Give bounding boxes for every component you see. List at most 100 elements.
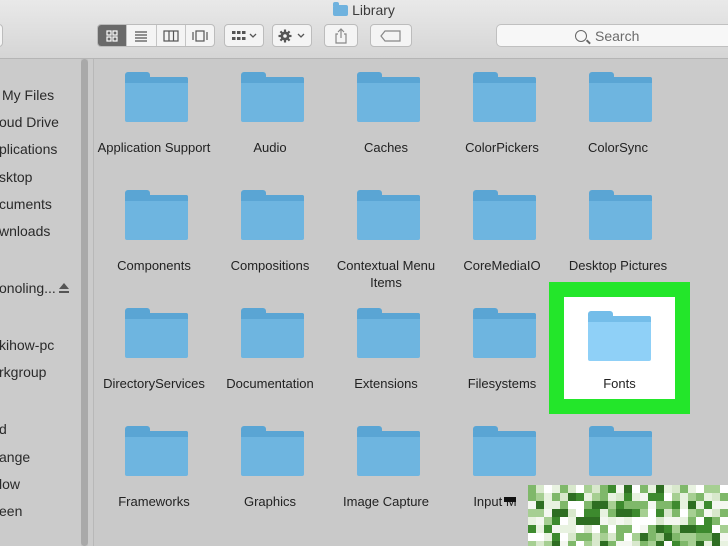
watermark-pixel [680,501,688,509]
search-placeholder: Search [595,27,640,44]
icon-view-button[interactable] [98,25,128,46]
folder-icon [589,72,652,122]
watermark-pixel [544,525,552,533]
sidebar-scrollbar[interactable] [81,59,88,546]
watermark-pixel [536,517,544,525]
watermark-pixel [656,525,664,533]
sidebar-item-icloud-drive[interactable]: oud Drive [0,114,59,130]
watermark-pixel [560,493,568,501]
eject-icon[interactable] [59,283,69,294]
sidebar-item-tag-orange[interactable]: ange [0,449,30,465]
watermark-pixel [648,501,656,509]
finder-toolbar: Library Search [0,0,728,59]
folder-icon [333,2,349,16]
watermark-pixel [704,517,712,525]
watermark-pixel [560,533,568,541]
folder-item[interactable]: Components [96,177,212,287]
folder-item[interactable]: Caches [328,59,444,169]
watermark-pixel [616,541,624,546]
sidebar-item-device[interactable]: onoling... [0,280,56,296]
watermark-pixel [608,485,616,493]
watermark-pixel [648,541,656,546]
watermark-pixel [552,541,560,546]
folder-icon [241,308,304,358]
share-button[interactable] [324,24,358,47]
folder-item[interactable]: Documentation [212,295,328,405]
watermark-pixel [680,517,688,525]
watermark-pixel [576,485,584,493]
gallery-view-button[interactable] [186,25,214,46]
tags-button[interactable] [370,24,412,47]
watermark-pixel [720,509,728,517]
search-field[interactable]: Search [496,24,728,47]
watermark-pixel [560,501,568,509]
folder-item[interactable]: Graphics [212,413,328,523]
arrange-button[interactable] [224,24,264,47]
watermark-pixel [552,517,560,525]
sidebar-item-network-pc[interactable]: kihow-pc [0,337,54,353]
sidebar-item-desktop[interactable]: sktop [0,169,32,185]
folder-item-fonts[interactable]: Fonts [564,297,675,399]
watermark-pixel [680,525,688,533]
folder-item[interactable]: ColorSync [560,59,676,169]
folder-item[interactable]: Image Capture [328,413,444,523]
folder-icon [473,308,536,358]
back-forward-button[interactable] [0,24,3,47]
sidebar-item-applications[interactable]: plications [0,141,57,157]
folder-item[interactable]: DirectoryServices [96,295,212,405]
watermark-pixel [528,533,536,541]
folder-icon [125,72,188,122]
sidebar: My Files oud Drive plications sktop cume… [0,59,94,546]
watermark-pixel [672,517,680,525]
columns-icon [163,29,179,42]
list-icon [135,30,148,42]
watermark-pixel [608,517,616,525]
watermark-pixel [712,485,720,493]
watermark-pixel [576,493,584,501]
folder-item[interactable]: Contextual Menu Items [328,177,444,290]
watermark-pixel [648,517,656,525]
folder-item[interactable]: Desktop Pictures [560,177,676,287]
sidebar-item-tag-red[interactable]: d [0,421,7,437]
folder-item[interactable]: ColorPickers [444,59,560,169]
folder-item[interactable]: Frameworks [96,413,212,523]
watermark-pixel [672,533,680,541]
watermark-pixel [688,517,696,525]
folder-item[interactable]: Application Support [96,59,212,169]
action-button[interactable] [272,24,312,47]
watermark-pixel [552,533,560,541]
watermark-pixel [576,509,584,517]
folder-item[interactable]: Audio [212,59,328,169]
watermark-pixel [656,493,664,501]
share-icon [335,27,347,44]
sidebar-item-documents[interactable]: cuments [0,196,52,212]
folder-item[interactable]: Compositions [212,177,328,287]
folder-label: Extensions [354,376,418,391]
watermark-pixel [688,509,696,517]
folder-icon [588,311,651,361]
watermark-pixel [528,485,536,493]
folder-item[interactable]: CoreMediaIO [444,177,560,287]
watermark-pixel [720,493,728,501]
folder-item[interactable]: Filesystems [444,295,560,405]
sidebar-item-tag-green[interactable]: een [0,503,22,519]
watermark-pixel [656,485,664,493]
sidebar-item-workgroup[interactable]: rkgroup [0,364,46,380]
watermark-pixel [664,493,672,501]
sidebar-item-my-files[interactable]: My Files [2,87,54,103]
folder-label: Desktop Pictures [568,258,668,273]
folder-item[interactable]: Extensions [328,295,444,405]
watermark-pixel [528,517,536,525]
folder-icon [473,190,536,240]
watermark-pixel [640,509,648,517]
watermark-pixel [568,485,576,493]
column-view-button[interactable] [157,25,186,46]
watermark-pixel [712,493,720,501]
watermark-pixel [576,501,584,509]
sidebar-item-downloads[interactable]: wnloads [0,223,50,239]
watermark-pixel [608,541,616,546]
watermark-pixel [720,525,728,533]
list-view-button[interactable] [127,25,157,46]
sidebar-item-tag-yellow[interactable]: low [0,476,20,492]
watermark-pixel [592,533,600,541]
